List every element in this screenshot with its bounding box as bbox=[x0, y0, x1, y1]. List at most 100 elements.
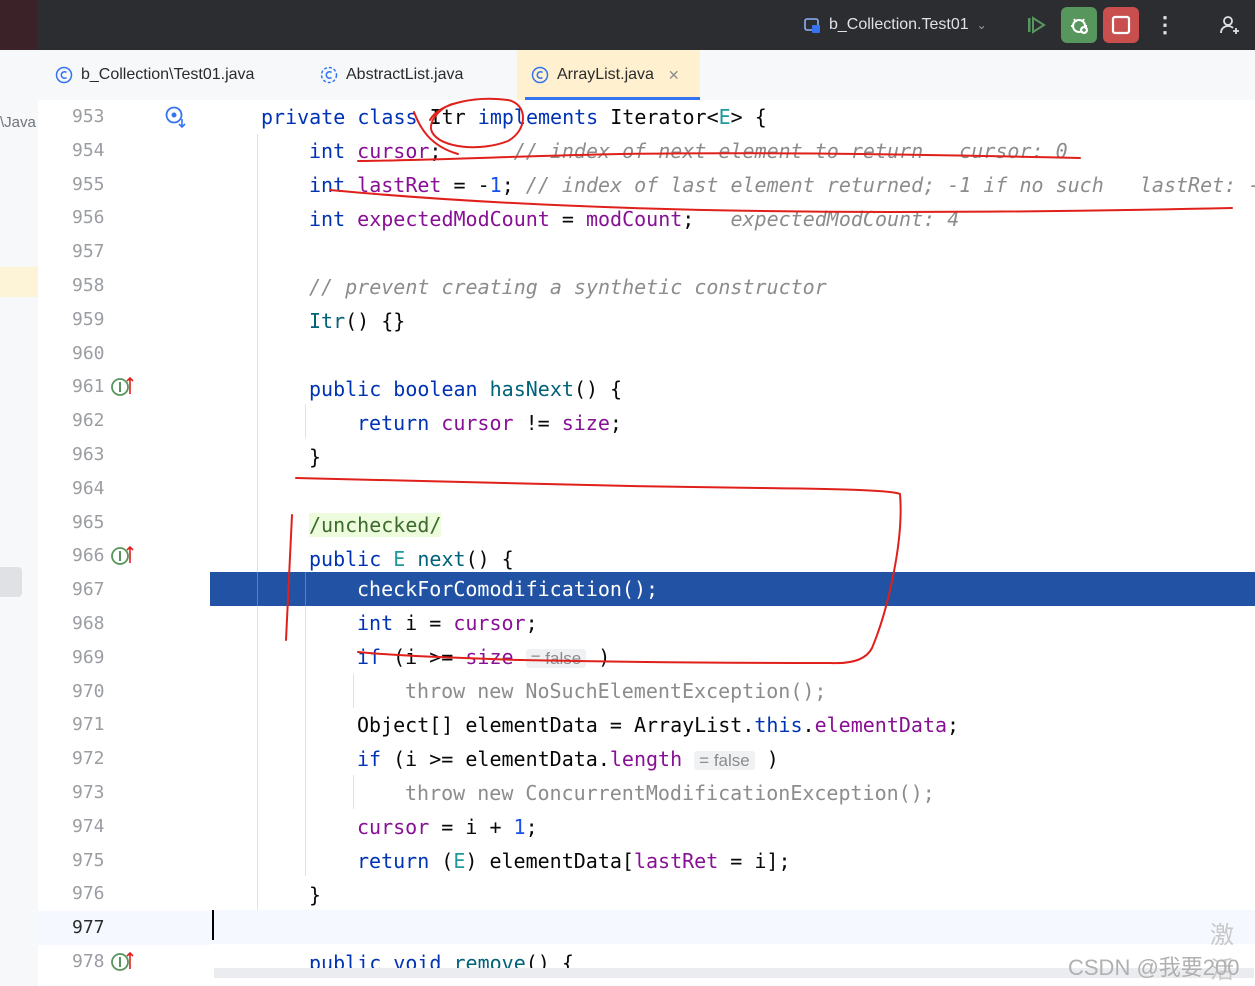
token: elementData bbox=[814, 713, 948, 737]
code-line-961[interactable]: public boolean hasNext() { bbox=[309, 372, 622, 406]
line-number-964[interactable]: 964 bbox=[72, 472, 142, 506]
token: ; bbox=[429, 139, 442, 163]
project-tree-item[interactable]: \Java bbox=[0, 114, 36, 131]
annotation-token: /unchecked/ bbox=[309, 513, 442, 537]
token: lastRet bbox=[357, 173, 442, 197]
tab-test01[interactable]: b_Collection\Test01.java bbox=[55, 50, 254, 100]
line-number-955[interactable]: 955 bbox=[72, 168, 142, 202]
line-number-974[interactable]: 974 bbox=[72, 810, 142, 844]
code-line-973[interactable]: throw new ConcurrentModificationExceptio… bbox=[405, 776, 935, 810]
current-line-977[interactable] bbox=[210, 910, 1255, 944]
token: ) elementData[ bbox=[465, 849, 634, 873]
more-icon[interactable]: ⋮ bbox=[1147, 7, 1183, 43]
implements-method-icon[interactable] bbox=[110, 949, 136, 975]
close-icon[interactable]: ✕ bbox=[668, 67, 680, 84]
line-number-969[interactable]: 969 bbox=[72, 641, 142, 675]
inline-value-hint: = false bbox=[525, 649, 587, 668]
code-line-974[interactable]: cursor = i + 1; bbox=[357, 810, 538, 844]
text-caret bbox=[212, 910, 214, 940]
add-user-icon bbox=[1220, 16, 1239, 34]
token: = bbox=[549, 207, 586, 231]
project-selected-row[interactable] bbox=[0, 267, 38, 297]
debug-button[interactable] bbox=[1061, 7, 1097, 43]
token: = - bbox=[441, 173, 490, 197]
code-line-972[interactable]: if (i >= elementData.length = false ) bbox=[357, 742, 779, 776]
token: 1 bbox=[513, 815, 526, 839]
code-line-971[interactable]: Object[] elementData = ArrayList.this.el… bbox=[357, 708, 959, 742]
line-number-960[interactable]: 960 bbox=[72, 337, 142, 371]
token: private bbox=[261, 105, 346, 129]
line-number-970[interactable]: 970 bbox=[72, 675, 142, 709]
token: int bbox=[309, 173, 346, 197]
token: int bbox=[309, 139, 346, 163]
token: class bbox=[357, 105, 418, 129]
line-number-956[interactable]: 956 bbox=[72, 201, 142, 235]
token: ; bbox=[525, 611, 538, 635]
token: checkForComodification(); bbox=[357, 577, 659, 601]
code-line-956[interactable]: int expectedModCount = modCount; expecte… bbox=[309, 202, 959, 236]
token: 1 bbox=[489, 173, 502, 197]
token: if bbox=[357, 747, 382, 771]
line-number-953[interactable]: 953 bbox=[72, 100, 142, 134]
line-number-973[interactable]: 973 bbox=[72, 776, 142, 810]
project-panel[interactable]: \Java bbox=[0, 100, 39, 986]
code-line-966[interactable]: public E next() { bbox=[309, 542, 514, 576]
overridden-method-icon[interactable] bbox=[163, 104, 189, 130]
indent-guide bbox=[257, 572, 258, 606]
code-comment: // index of next element to return bbox=[513, 139, 924, 163]
line-number-976[interactable]: 976 bbox=[72, 877, 142, 911]
code-line-958[interactable]: // prevent creating a synthetic construc… bbox=[309, 270, 827, 304]
project-scroll-thumb[interactable] bbox=[0, 567, 22, 597]
tab-abstractlist[interactable]: AbstractList.java bbox=[320, 50, 463, 100]
line-number-963[interactable]: 963 bbox=[72, 438, 142, 472]
code-line-953[interactable]: private class Itr implements Iterator<E>… bbox=[261, 100, 767, 134]
code-line-955[interactable]: int lastRet = -1; // index of last eleme… bbox=[309, 168, 1255, 202]
line-number-975[interactable]: 975 bbox=[72, 844, 142, 878]
implements-method-icon[interactable] bbox=[110, 374, 136, 400]
token: length bbox=[609, 747, 683, 771]
token: ) bbox=[598, 645, 611, 669]
tab-arraylist[interactable]: ArrayList.java ✕ bbox=[517, 50, 700, 100]
indent-guide bbox=[353, 674, 354, 708]
implements-method-icon[interactable] bbox=[110, 543, 136, 569]
window-accent bbox=[0, 0, 38, 50]
indent-guide bbox=[305, 572, 306, 876]
code-line-969[interactable]: if (i >= size = false ) bbox=[357, 640, 610, 674]
line-number-965[interactable]: 965 bbox=[72, 506, 142, 540]
line-number-962[interactable]: 962 bbox=[72, 404, 142, 438]
line-number-971[interactable]: 971 bbox=[72, 708, 142, 742]
code-line-970[interactable]: throw new NoSuchElementException(); bbox=[405, 674, 826, 708]
line-number-968[interactable]: 968 bbox=[72, 607, 142, 641]
line-number-954[interactable]: 954 bbox=[72, 134, 142, 168]
code-line-968[interactable]: int i = cursor; bbox=[357, 606, 538, 640]
line-number-959[interactable]: 959 bbox=[72, 303, 142, 337]
tab-label: b_Collection\Test01.java bbox=[81, 66, 255, 83]
line-number-977[interactable]: 977 bbox=[38, 911, 210, 946]
code-line-962[interactable]: return cursor != size; bbox=[357, 406, 622, 440]
execution-point-line-967[interactable]: checkForComodification(); bbox=[210, 572, 1255, 606]
token: } bbox=[309, 883, 322, 907]
line-number-gutter[interactable]: 953 954 955 956 957 958 959 960 961 962 963 964 965 9… bbox=[38, 100, 210, 986]
code-editor[interactable]: private class Itr implements Iterator<E>… bbox=[210, 100, 1255, 986]
code-line-975[interactable]: return (E) elementData[lastRet = i]; bbox=[357, 844, 791, 878]
line-number-972[interactable]: 972 bbox=[72, 742, 142, 776]
stop-button[interactable] bbox=[1103, 7, 1139, 43]
token: throw new NoSuchElementException(); bbox=[405, 679, 827, 703]
line-number-958[interactable]: 958 bbox=[72, 269, 142, 303]
chevron-down-icon[interactable]: ⌄ bbox=[977, 18, 987, 32]
code-line-976[interactable]: } bbox=[309, 878, 321, 912]
resume-program-button[interactable] bbox=[1018, 7, 1054, 43]
add-user-button[interactable] bbox=[1212, 7, 1248, 43]
code-line-963[interactable]: } bbox=[309, 440, 321, 474]
run-configuration-selector[interactable]: b_Collection.Test01 ⌄ bbox=[803, 12, 987, 38]
token: . bbox=[802, 713, 815, 737]
line-number-967[interactable]: 967 bbox=[72, 573, 142, 607]
code-comment: // index of last element returned; -1 if… bbox=[525, 173, 1104, 197]
code-line-959[interactable]: Itr() {} bbox=[309, 304, 405, 338]
stop-icon bbox=[1111, 15, 1131, 35]
code-line-954[interactable]: int cursor; // index of next element to … bbox=[309, 134, 1068, 168]
code-line-965[interactable]: /unchecked/ bbox=[309, 508, 442, 542]
line-number-957[interactable]: 957 bbox=[72, 235, 142, 269]
java-class-icon bbox=[531, 66, 549, 84]
editor-tab-bar: b_Collection\Test01.java AbstractList.ja… bbox=[0, 50, 1255, 101]
